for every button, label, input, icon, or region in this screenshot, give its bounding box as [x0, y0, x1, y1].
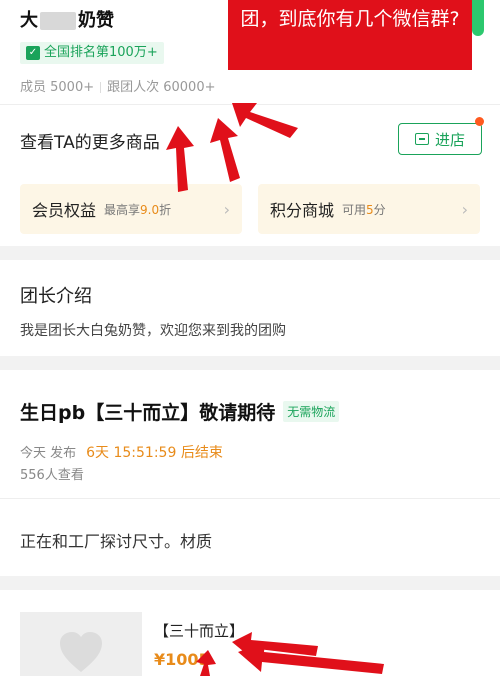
product-title: 【三十而立】 — [154, 622, 245, 640]
rank-badge: ✓ 全国排名第100万+ — [20, 42, 164, 64]
rank-badge-label: 全国排名第100万+ — [44, 45, 158, 60]
leader-card: 大 奶赞 ✓ 全国排名第100万+ 成员 5000+ 跟团人次 60000+ 查看T… — [0, 0, 500, 246]
intro-text: 我是团长大白兔奶赞，欢迎您来到我的团购 — [20, 323, 286, 339]
leader-name: 大 奶赞 — [20, 6, 114, 32]
tile-subtitle: 可用5分 — [342, 202, 386, 217]
members-count: 成员 5000+ — [20, 80, 95, 95]
view-count: 556人查看 — [20, 468, 84, 483]
points-mall-tile[interactable]: 积分商城 可用5分 › — [258, 184, 480, 234]
shipping-tag: 无需物流 — [283, 401, 340, 422]
notification-dot — [475, 117, 484, 126]
green-edge-tab — [472, 0, 484, 36]
heart-icon — [60, 632, 102, 672]
store-icon — [414, 133, 429, 145]
member-benefits-tile[interactable]: 会员权益 最高享9.0折 › — [20, 184, 242, 234]
followers-count: 跟团人次 60000+ — [107, 80, 216, 95]
stats-separator — [100, 82, 102, 93]
product-card[interactable]: 【三十而立】 ¥1005 — [0, 590, 500, 676]
blurred-name-area — [40, 12, 76, 30]
intro-card: 团长介绍 我是团长大白兔奶赞，欢迎您来到我的团购 — [0, 260, 500, 356]
check-icon: ✓ — [26, 46, 40, 60]
enter-store-button[interactable]: 进店 — [398, 123, 482, 155]
publish-time: 今天 发布 — [20, 446, 77, 461]
enter-store-label: 进店 — [434, 130, 465, 149]
leader-name-prefix: 大 — [20, 10, 38, 31]
post-card[interactable]: 生日pb【三十而立】敬请期待 无需物流 今天 发布 6天 15:51:59 后结束… — [0, 370, 500, 576]
post-title: 生日pb【三十而立】敬请期待 无需物流 — [20, 398, 340, 425]
leader-name-suffix: 奶赞 — [78, 10, 114, 31]
divider — [0, 104, 500, 105]
post-title-text: 生日pb【三十而立】敬请期待 — [20, 402, 276, 424]
tile-title: 会员权益 — [32, 201, 97, 220]
more-goods-link[interactable]: 查看TA的更多商品 — [20, 128, 160, 153]
product-price: ¥1005 — [154, 650, 210, 669]
leader-stats: 成员 5000+ 跟团人次 60000+ — [20, 76, 216, 95]
intro-title: 团长介绍 — [20, 286, 92, 307]
annotation-caption: 团，到底你有几个微信群? — [228, 0, 472, 70]
chevron-right-icon: › — [461, 200, 468, 219]
tile-subtitle: 最高享9.0折 — [104, 202, 172, 217]
countdown-timer: 6天 15:51:59 后结束 — [86, 445, 223, 461]
chevron-right-icon: › — [223, 200, 230, 219]
post-body-text: 正在和工厂探讨尺寸。材质 — [20, 532, 213, 551]
post-time-row: 今天 发布 6天 15:51:59 后结束 — [20, 442, 223, 462]
tile-title: 积分商城 — [270, 201, 335, 220]
product-thumbnail[interactable] — [20, 612, 142, 676]
divider — [0, 498, 500, 499]
